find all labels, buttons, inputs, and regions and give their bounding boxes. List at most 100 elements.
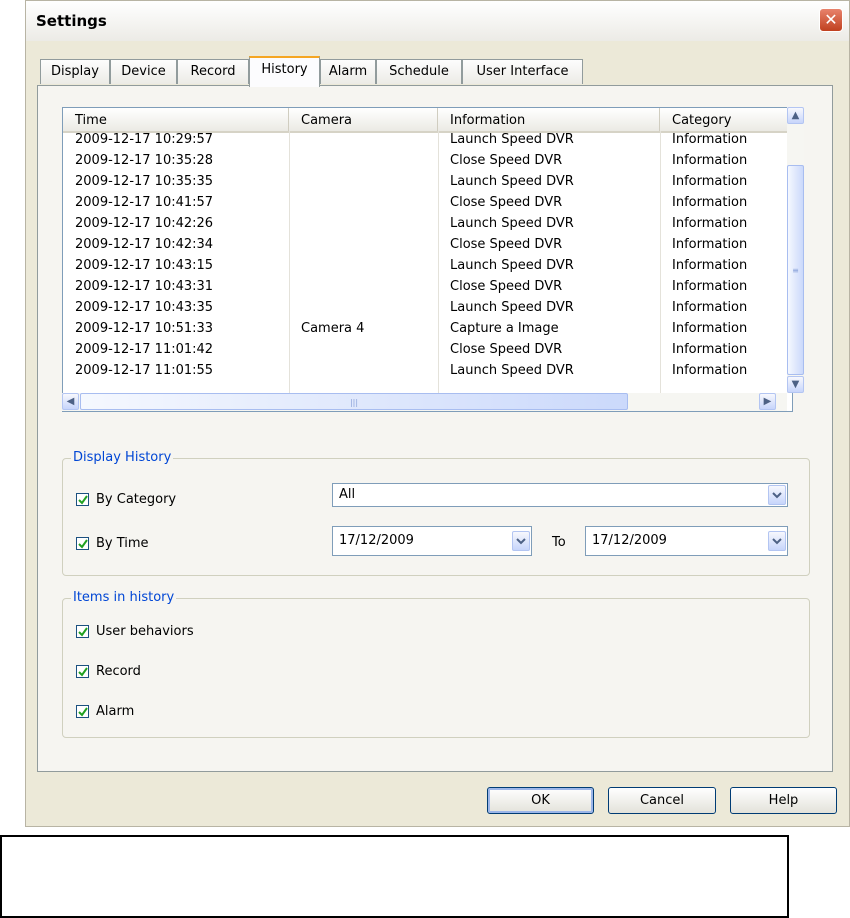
cell-information: Close Speed DVR xyxy=(450,279,563,294)
items-in-history-legend: Items in history xyxy=(71,590,177,605)
close-icon: ✕ xyxy=(824,10,838,29)
from-date-dropdown-button[interactable] xyxy=(512,531,530,551)
cell-time: 2009-12-17 10:41:57 xyxy=(75,195,214,210)
horizontal-scrollbar[interactable]: ◀ ||| ▶ xyxy=(62,393,787,411)
cell-category: Information xyxy=(672,153,748,168)
to-date-picker[interactable]: 17/12/2009 xyxy=(585,526,788,556)
table-row[interactable]: 2009-12-17 11:01:55 Launch Speed DVR Infor… xyxy=(63,360,787,381)
user-behaviors-checkbox[interactable] xyxy=(76,625,89,638)
chevron-down-icon xyxy=(772,492,782,499)
ok-button[interactable]: OK xyxy=(487,787,594,814)
record-checkbox[interactable] xyxy=(76,665,89,678)
table-row[interactable]: 2009-12-17 10:35:28 Close Speed DVR Inform… xyxy=(63,150,787,171)
column-header-camera[interactable]: Camera xyxy=(289,108,438,131)
table-row[interactable]: 2009-12-17 10:43:35 Launch Speed DVR Infor… xyxy=(63,297,787,318)
cell-information: Launch Speed DVR xyxy=(450,363,574,378)
cell-information: Launch Speed DVR xyxy=(450,132,574,147)
cell-time: 2009-12-17 11:01:55 xyxy=(75,363,214,378)
table-row[interactable]: 2009-12-17 10:35:35 Launch Speed DVR Infor… xyxy=(63,171,787,192)
cell-time: 2009-12-17 10:43:35 xyxy=(75,300,214,315)
cell-category: Information xyxy=(672,132,748,147)
cell-time: 2009-12-17 11:01:42 xyxy=(75,342,214,357)
tab-user-interface[interactable]: User Interface xyxy=(462,59,583,84)
record-label: Record xyxy=(96,664,141,679)
alarm-checkbox[interactable] xyxy=(76,705,89,718)
column-header-information[interactable]: Information xyxy=(438,108,660,131)
cell-camera xyxy=(289,297,438,318)
cell-camera xyxy=(289,276,438,297)
alarm-label: Alarm xyxy=(96,704,135,719)
table-row[interactable]: 2009-12-17 10:43:31 Close Speed DVR Inform… xyxy=(63,276,787,297)
table-row[interactable]: 2009-12-17 10:42:34 Close Speed DVR Inform… xyxy=(63,234,787,255)
tab-display[interactable]: Display xyxy=(40,59,110,84)
cell-category: Information xyxy=(672,195,748,210)
table-row[interactable]: 2009-12-17 10:29:57 Launch Speed DVR Infor… xyxy=(63,129,787,150)
history-panel: Time Camera Information Category 2009-12… xyxy=(37,85,833,772)
by-time-checkbox[interactable] xyxy=(76,537,89,550)
display-history-group: Display History By Category All By Time … xyxy=(62,450,810,576)
scroll-right-button[interactable]: ▶ xyxy=(759,393,776,410)
table-row[interactable]: 2009-12-17 10:41:57 Close Speed DVR Inform… xyxy=(63,192,787,213)
cell-camera xyxy=(289,213,438,234)
category-dropdown-button[interactable] xyxy=(768,485,786,505)
cell-information: Launch Speed DVR xyxy=(450,258,574,273)
column-header-category[interactable]: Category xyxy=(660,108,787,131)
cell-category: Information xyxy=(672,363,748,378)
cell-time: 2009-12-17 10:42:34 xyxy=(75,237,214,252)
vertical-scroll-thumb[interactable]: ≡ xyxy=(787,165,804,375)
table-row[interactable]: 2009-12-17 11:01:42 Close Speed DVR Inform… xyxy=(63,339,787,360)
cell-information: Launch Speed DVR xyxy=(450,174,574,189)
tab-alarm[interactable]: Alarm xyxy=(320,59,376,84)
table-row[interactable]: 2009-12-17 10:42:26 Launch Speed DVR Infor… xyxy=(63,213,787,234)
display-history-legend: Display History xyxy=(71,450,174,465)
cell-camera xyxy=(289,339,438,360)
checkmark-icon xyxy=(78,539,88,549)
horizontal-scroll-thumb[interactable]: ||| xyxy=(80,393,628,410)
cell-time: 2009-12-17 10:43:15 xyxy=(75,258,214,273)
cell-category: Information xyxy=(672,279,748,294)
tab-device[interactable]: Device xyxy=(110,59,177,84)
by-category-checkbox[interactable] xyxy=(76,493,89,506)
help-button[interactable]: Help xyxy=(730,787,837,814)
scroll-up-button[interactable]: ▲ xyxy=(787,107,804,124)
cell-time: 2009-12-17 10:35:35 xyxy=(75,174,214,189)
scroll-left-button[interactable]: ◀ xyxy=(62,393,79,410)
checkmark-icon xyxy=(78,495,88,505)
cell-camera xyxy=(289,150,438,171)
tab-record[interactable]: Record xyxy=(177,59,249,84)
close-button[interactable]: ✕ xyxy=(819,8,843,32)
table-row[interactable]: 2009-12-17 10:43:15 Launch Speed DVR Infor… xyxy=(63,255,787,276)
user-behaviors-label: User behaviors xyxy=(96,624,194,639)
cell-camera xyxy=(289,234,438,255)
cell-category: Information xyxy=(672,321,748,336)
to-date-dropdown-button[interactable] xyxy=(768,531,786,551)
caption-box xyxy=(0,835,789,918)
chevron-down-icon xyxy=(772,538,782,545)
cell-time: 2009-12-17 10:43:31 xyxy=(75,279,214,294)
checkmark-icon xyxy=(78,667,88,677)
cell-camera xyxy=(289,360,438,381)
category-select[interactable]: All xyxy=(332,483,788,507)
scroll-down-button[interactable]: ▼ xyxy=(787,376,804,393)
column-header-time[interactable]: Time xyxy=(63,108,289,131)
by-category-label: By Category xyxy=(96,492,177,507)
cell-camera xyxy=(289,129,438,150)
items-in-history-group: Items in history User behaviors Record A… xyxy=(62,590,810,738)
settings-window: Settings ✕ Display Device Record History… xyxy=(25,0,850,827)
vertical-scrollbar[interactable]: ▲ ≡ ▼ xyxy=(787,107,804,393)
history-table[interactable]: Time Camera Information Category 2009-12… xyxy=(62,107,793,412)
to-label: To xyxy=(552,535,566,550)
tab-history[interactable]: History xyxy=(249,56,320,87)
title-bar[interactable]: Settings ✕ xyxy=(26,1,849,41)
cell-camera: Camera 4 xyxy=(301,321,365,336)
to-date-value: 17/12/2009 xyxy=(592,533,667,548)
table-row[interactable]: 2009-12-17 10:51:33 Camera 4 Capture a Ima… xyxy=(63,318,787,339)
from-date-picker[interactable]: 17/12/2009 xyxy=(332,526,532,556)
tab-schedule[interactable]: Schedule xyxy=(376,59,462,84)
cell-category: Information xyxy=(672,258,748,273)
cell-information: Capture a Image xyxy=(450,321,559,336)
cell-information: Close Speed DVR xyxy=(450,195,563,210)
cell-category: Information xyxy=(672,237,748,252)
cell-category: Information xyxy=(672,216,748,231)
cancel-button[interactable]: Cancel xyxy=(608,787,716,814)
